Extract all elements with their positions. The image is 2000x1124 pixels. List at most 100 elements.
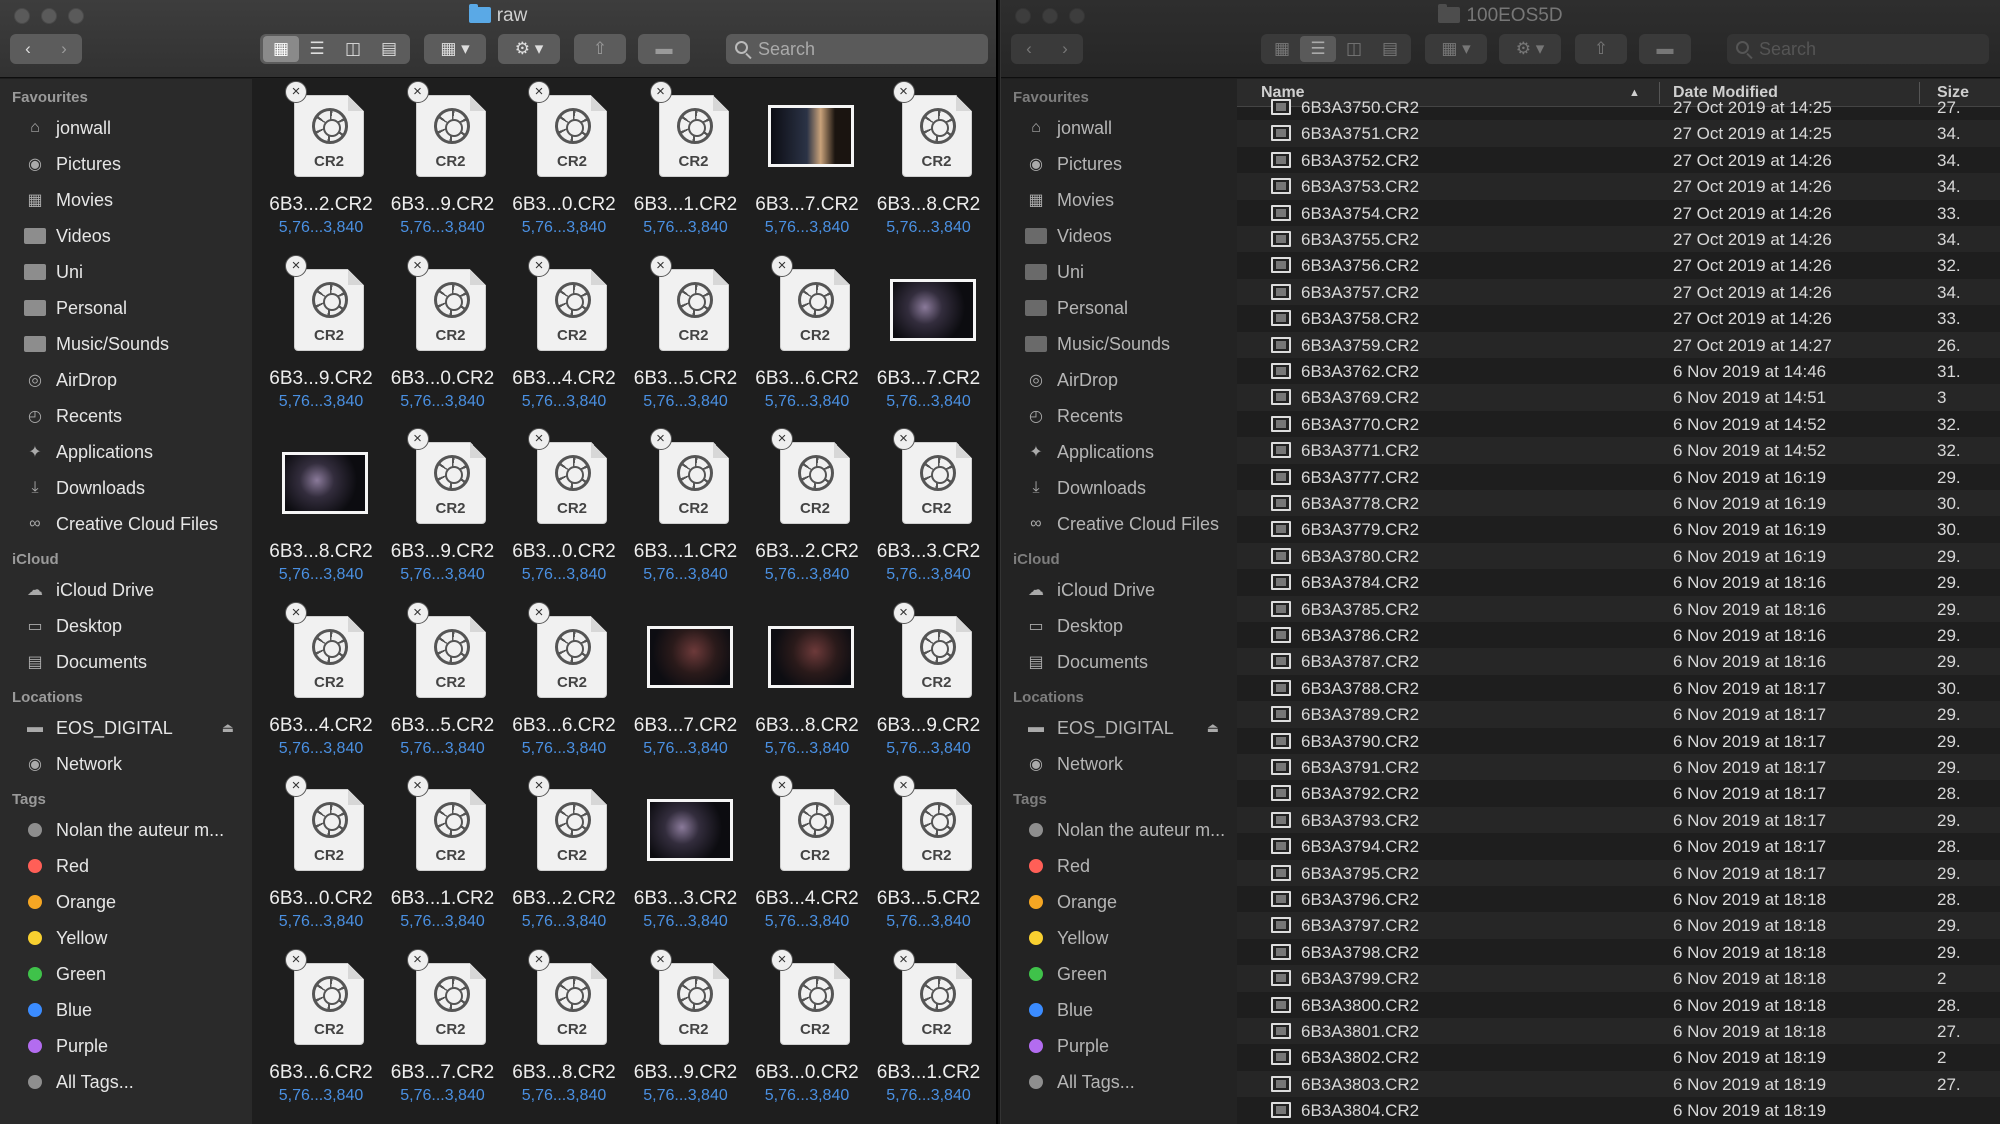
table-row[interactable]: 6B3A3759.CR2 27 Oct 2019 at 14:27 26. bbox=[1237, 331, 2000, 358]
share-button[interactable]: ⇧ bbox=[1575, 34, 1627, 64]
sidebar-item-purple[interactable]: Purple bbox=[24, 1031, 252, 1061]
file-icon-item[interactable]: CR2 × 6B3...9.CR2 5,76...3,840 bbox=[868, 600, 990, 774]
sidebar-item-personal[interactable]: Personal bbox=[24, 293, 252, 323]
file-icon-item[interactable]: CR2 × 6B3...2.CR2 5,76...3,840 bbox=[746, 426, 868, 600]
sidebar-item-creative-cloud-files[interactable]: ∞ Creative Cloud Files bbox=[24, 509, 252, 539]
table-row[interactable]: 6B3A3788.CR2 6 Nov 2019 at 18:17 30. bbox=[1237, 675, 2000, 701]
sidebar-item-pictures[interactable]: ◉ Pictures bbox=[24, 149, 252, 179]
file-icon-item[interactable]: CR2 × 6B3...6.CR2 5,76...3,840 bbox=[746, 253, 868, 427]
table-row[interactable]: 6B3A3777.CR2 6 Nov 2019 at 16:19 29. bbox=[1237, 464, 2000, 490]
file-icon-item[interactable]: CR2 × 6B3...5.CR2 5,76...3,840 bbox=[868, 773, 990, 947]
sidebar-item-recents[interactable]: ◴ Recents bbox=[1025, 401, 1237, 431]
file-icon-item[interactable]: CR2 × 6B3...9.CR2 5,76...3,840 bbox=[382, 426, 504, 600]
sidebar-item-nolan-the-auteur-m[interactable]: Nolan the auteur m... bbox=[24, 815, 252, 845]
table-row[interactable]: 6B3A3796.CR2 6 Nov 2019 at 18:18 28. bbox=[1237, 886, 2000, 912]
list-view-button[interactable]: ☰ bbox=[1300, 36, 1336, 62]
file-icon-item[interactable]: CR2 × 6B3...9.CR2 5,76...3,840 bbox=[382, 79, 504, 253]
file-icon-item[interactable]: CR2 × 6B3...1.CR2 5,76...3,840 bbox=[625, 426, 747, 600]
group-by-button[interactable]: ▦ ▾ bbox=[1425, 34, 1487, 64]
table-row[interactable]: 6B3A3793.CR2 6 Nov 2019 at 18:17 29. bbox=[1237, 806, 2000, 834]
table-row[interactable]: 6B3A3769.CR2 6 Nov 2019 at 14:51 3 bbox=[1237, 384, 2000, 411]
column-view-button[interactable]: ◫ bbox=[1336, 36, 1372, 62]
table-row[interactable]: 6B3A3785.CR2 6 Nov 2019 at 18:16 29. bbox=[1237, 595, 2000, 622]
sidebar-item-pictures[interactable]: ◉ Pictures bbox=[1025, 149, 1237, 179]
sidebar-item-jonwall[interactable]: ⌂ jonwall bbox=[1025, 113, 1237, 143]
sidebar-item-airdrop[interactable]: ◎ AirDrop bbox=[24, 365, 252, 395]
sidebar-item-recents[interactable]: ◴ Recents bbox=[24, 401, 252, 431]
sidebar-item-all-tags[interactable]: All Tags... bbox=[24, 1067, 252, 1097]
sidebar-item-blue[interactable]: Blue bbox=[24, 995, 252, 1025]
icon-view-button[interactable]: ▦ bbox=[263, 36, 299, 62]
sidebar-item-network[interactable]: ◉ Network bbox=[24, 749, 252, 779]
table-row[interactable]: 6B3A3754.CR2 27 Oct 2019 at 14:26 33. bbox=[1237, 200, 2000, 226]
table-row[interactable]: 6B3A3802.CR2 6 Nov 2019 at 18:19 2 bbox=[1237, 1044, 2000, 1070]
sidebar-item-downloads[interactable]: ⤓ Downloads bbox=[1025, 473, 1237, 503]
file-icon-item[interactable]: CR2 × 6B3...2.CR2 5,76...3,840 bbox=[503, 773, 625, 947]
sidebar-section-icloud[interactable]: iCloud bbox=[12, 551, 59, 568]
table-row[interactable]: 6B3A3795.CR2 6 Nov 2019 at 18:17 29. bbox=[1237, 859, 2000, 886]
table-row[interactable]: 6B3A3789.CR2 6 Nov 2019 at 18:17 29. bbox=[1237, 701, 2000, 728]
sidebar-section-tags[interactable]: Tags bbox=[12, 791, 46, 808]
sidebar-item-network[interactable]: ◉ Network bbox=[1025, 749, 1237, 779]
file-icon-item[interactable]: 6B3...3.CR2 5,76...3,840 bbox=[625, 773, 747, 947]
sidebar-item-eos-digital[interactable]: ▬ EOS_DIGITAL ⏏ bbox=[24, 713, 252, 743]
back-button[interactable]: ‹ bbox=[10, 39, 46, 59]
search-field[interactable]: Search bbox=[726, 34, 988, 64]
sidebar-item-orange[interactable]: Orange bbox=[1025, 887, 1237, 917]
forward-button[interactable]: › bbox=[46, 39, 82, 59]
sidebar-section-favourites[interactable]: Favourites bbox=[1013, 89, 1089, 106]
file-icon-item[interactable]: 6B3...8.CR2 5,76...3,840 bbox=[260, 426, 382, 600]
title-bar[interactable]: raw ‹ › ▦ ☰ ◫ ▤ ▦ ▾ ⚙ ▾ ⇧ ▬ Search bbox=[0, 0, 996, 78]
table-row[interactable]: 6B3A3756.CR2 27 Oct 2019 at 14:26 32. bbox=[1237, 252, 2000, 278]
file-icon-item[interactable]: CR2 × 6B3...1.CR2 5,76...3,840 bbox=[868, 947, 990, 1121]
sidebar-item-icloud-drive[interactable]: ☁ iCloud Drive bbox=[1025, 575, 1237, 605]
sidebar-item-downloads[interactable]: ⤓ Downloads bbox=[24, 473, 252, 503]
sidebar-item-red[interactable]: Red bbox=[24, 851, 252, 881]
sidebar-item-music-sounds[interactable]: Music/Sounds bbox=[24, 329, 252, 359]
action-gear-button[interactable]: ⚙ ▾ bbox=[498, 34, 560, 64]
sidebar-item-yellow[interactable]: Yellow bbox=[1025, 923, 1237, 953]
sidebar-item-green[interactable]: Green bbox=[1025, 959, 1237, 989]
sidebar-item-purple[interactable]: Purple bbox=[1025, 1031, 1237, 1061]
file-icon-item[interactable]: CR2 × 6B3...1.CR2 5,76...3,840 bbox=[382, 773, 504, 947]
sidebar-item-icloud-drive[interactable]: ☁ iCloud Drive bbox=[24, 575, 252, 605]
sidebar-section-favourites[interactable]: Favourites bbox=[12, 89, 88, 106]
icon-view-button[interactable]: ▦ bbox=[1264, 36, 1300, 62]
sidebar-item-movies[interactable]: ▦ Movies bbox=[24, 185, 252, 215]
sidebar-item-airdrop[interactable]: ◎ AirDrop bbox=[1025, 365, 1237, 395]
table-row[interactable]: 6B3A3771.CR2 6 Nov 2019 at 14:52 32. bbox=[1237, 437, 2000, 464]
table-row[interactable]: 6B3A3804.CR2 6 Nov 2019 at 18:19 bbox=[1237, 1097, 2000, 1123]
table-row[interactable]: 6B3A3800.CR2 6 Nov 2019 at 18:18 28. bbox=[1237, 992, 2000, 1018]
file-icon-item[interactable]: CR2 × 6B3...0.CR2 5,76...3,840 bbox=[503, 79, 625, 253]
sidebar-item-creative-cloud-files[interactable]: ∞ Creative Cloud Files bbox=[1025, 509, 1237, 539]
action-gear-button[interactable]: ⚙ ▾ bbox=[1499, 34, 1561, 64]
group-by-button[interactable]: ▦ ▾ bbox=[424, 34, 486, 64]
table-row[interactable]: 6B3A3757.CR2 27 Oct 2019 at 14:26 34. bbox=[1237, 278, 2000, 306]
sidebar-section-locations[interactable]: Locations bbox=[1013, 689, 1084, 706]
file-icon-item[interactable]: CR2 × 6B3...0.CR2 5,76...3,840 bbox=[503, 426, 625, 600]
sidebar-item-blue[interactable]: Blue bbox=[1025, 995, 1237, 1025]
sidebar-item-eos-digital[interactable]: ▬ EOS_DIGITAL ⏏ bbox=[1025, 713, 1237, 743]
sidebar-item-videos[interactable]: Videos bbox=[1025, 221, 1237, 251]
file-icon-item[interactable]: CR2 × 6B3...9.CR2 5,76...3,840 bbox=[260, 253, 382, 427]
file-icon-item[interactable]: CR2 × 6B3...5.CR2 5,76...3,840 bbox=[382, 600, 504, 774]
sidebar-item-documents[interactable]: ▤ Documents bbox=[1025, 647, 1237, 677]
table-row[interactable]: 6B3A3780.CR2 6 Nov 2019 at 16:19 29. bbox=[1237, 542, 2000, 570]
table-row[interactable]: 6B3A3778.CR2 6 Nov 2019 at 16:19 30. bbox=[1237, 490, 2000, 517]
file-icon-item[interactable]: CR2 × 6B3...8.CR2 5,76...3,840 bbox=[868, 79, 990, 253]
file-icon-item[interactable]: CR2 × 6B3...8.CR2 5,76...3,840 bbox=[503, 947, 625, 1121]
file-icon-item[interactable]: 6B3...8.CR2 5,76...3,840 bbox=[746, 600, 868, 774]
sidebar-item-applications[interactable]: ✦ Applications bbox=[1025, 437, 1237, 467]
sidebar-item-personal[interactable]: Personal bbox=[1025, 293, 1237, 323]
file-icon-item[interactable]: CR2 × 6B3...5.CR2 5,76...3,840 bbox=[625, 253, 747, 427]
sidebar-item-documents[interactable]: ▤ Documents bbox=[24, 647, 252, 677]
sidebar-item-music-sounds[interactable]: Music/Sounds bbox=[1025, 329, 1237, 359]
sidebar-section-icloud[interactable]: iCloud bbox=[1013, 551, 1060, 568]
sidebar-item-uni[interactable]: Uni bbox=[24, 257, 252, 287]
table-row[interactable]: 6B3A3762.CR2 6 Nov 2019 at 14:46 31. bbox=[1237, 358, 2000, 384]
tag-button[interactable]: ▬ bbox=[638, 34, 690, 64]
table-row[interactable]: 6B3A3784.CR2 6 Nov 2019 at 18:16 29. bbox=[1237, 569, 2000, 595]
share-button[interactable]: ⇧ bbox=[574, 34, 626, 64]
table-row[interactable]: 6B3A3779.CR2 6 Nov 2019 at 16:19 30. bbox=[1237, 516, 2000, 542]
sidebar-item-orange[interactable]: Orange bbox=[24, 887, 252, 917]
